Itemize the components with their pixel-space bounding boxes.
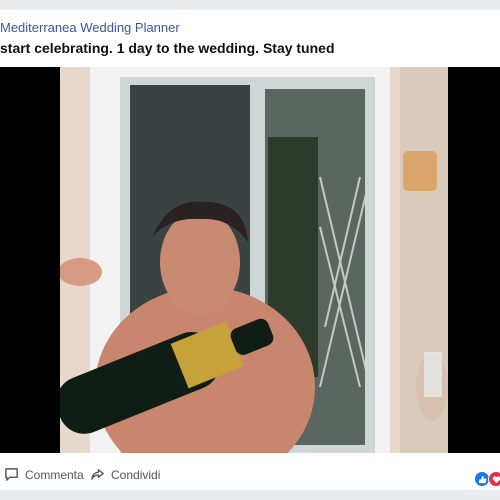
reactions-summary[interactable] — [474, 471, 500, 487]
love-icon — [488, 471, 500, 487]
comment-icon — [5, 468, 18, 481]
video-scene-illustration — [60, 67, 448, 453]
share-button[interactable]: Condividi — [90, 467, 160, 482]
share-icon — [91, 469, 104, 480]
post-caption: start celebrating. 1 day to the wedding.… — [0, 40, 335, 56]
post-card: Mediterranea Wedding Planner start celeb… — [0, 10, 500, 490]
video-player[interactable] — [0, 67, 500, 453]
page-name-link[interactable]: Mediterranea Wedding Planner — [0, 20, 180, 35]
comment-label: Commenta — [25, 467, 84, 482]
comment-button[interactable]: Commenta — [4, 467, 84, 482]
post-footer: Commenta Condividi — [0, 459, 500, 490]
share-label: Condividi — [111, 467, 161, 482]
video-frame — [60, 67, 448, 453]
